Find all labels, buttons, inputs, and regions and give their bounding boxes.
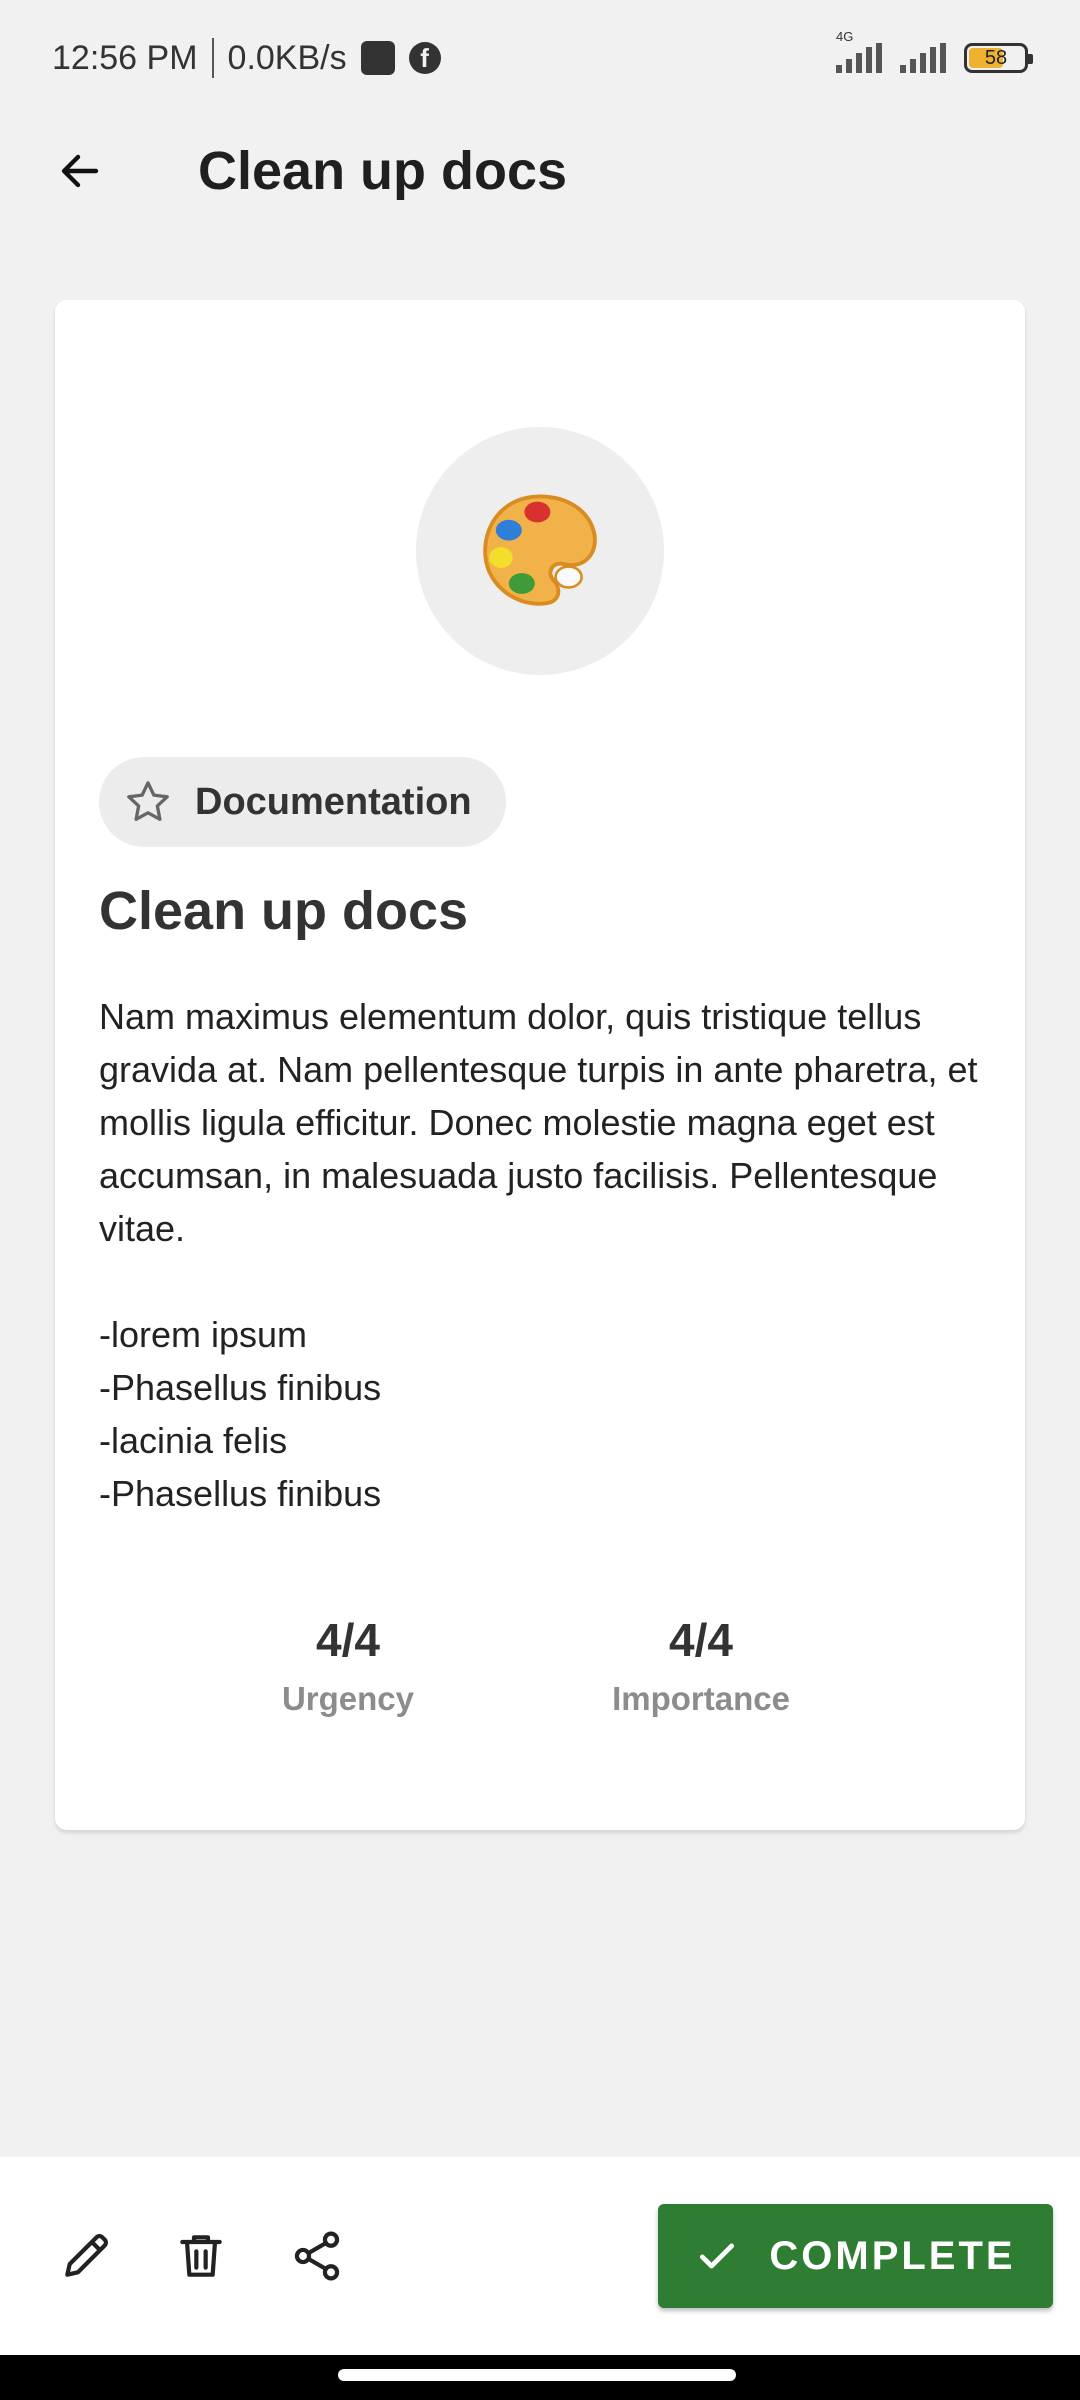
importance-metric: 4/4 Importance	[571, 1610, 831, 1718]
urgency-label: Urgency	[281, 1680, 415, 1717]
importance-label: Importance	[612, 1680, 790, 1717]
urgency-value: 4/4	[316, 1614, 380, 1666]
status-divider	[211, 38, 214, 78]
importance-value: 4/4	[669, 1614, 733, 1666]
app-notification-icon	[360, 41, 395, 75]
complete-button[interactable]: COMPLETE	[658, 2204, 1053, 2308]
check-icon	[700, 2243, 735, 2269]
urgency-metric: 4/4 Urgency	[218, 1610, 478, 1718]
bottom-toolbar: COMPLETE	[0, 2157, 1080, 2355]
network-type-label: 4G	[836, 29, 854, 44]
status-bar: 12:56 PM 0.0KB/s f 4G 58	[0, 0, 1080, 116]
pencil-icon	[65, 2234, 108, 2277]
status-left: 12:56 PM 0.0KB/s f	[52, 38, 441, 78]
delete-button[interactable]	[161, 2216, 241, 2296]
category-chip[interactable]: Documentation	[99, 757, 506, 847]
category-label: Documentation	[195, 780, 472, 823]
status-speed: 0.0KB/s	[227, 38, 347, 77]
share-icon	[294, 2231, 340, 2281]
share-button[interactable]	[277, 2216, 357, 2296]
battery-level: 58	[984, 46, 1008, 69]
app-bar: Clean up docs	[0, 116, 1080, 226]
task-description: Nam maximus elementum dolor, quis tristi…	[99, 996, 978, 1514]
signal-icon	[900, 43, 946, 73]
task-icon-circle	[416, 427, 664, 675]
signal-4g-icon: 4G	[836, 29, 882, 73]
star-outline-icon	[127, 781, 169, 821]
battery-icon: 58	[964, 43, 1033, 73]
arrow-left-icon	[61, 154, 99, 188]
facebook-icon: f	[408, 42, 441, 74]
trash-icon	[180, 2235, 222, 2277]
task-metrics: 4/4 Urgency 4/4 Importance	[55, 1610, 1025, 1750]
page-title: Clean up docs	[198, 141, 568, 201]
complete-label: COMPLETE	[769, 2233, 1016, 2278]
status-time: 12:56 PM	[52, 38, 198, 77]
home-gesture-handle[interactable]	[338, 2369, 736, 2381]
status-right: 4G 58	[836, 29, 1033, 73]
palette-icon	[483, 494, 597, 606]
back-button[interactable]	[50, 141, 110, 201]
task-title: Clean up docs	[99, 881, 469, 941]
system-nav-bar	[0, 2355, 1080, 2400]
task-card: Documentation Clean up docs Nam maximus …	[55, 300, 1025, 1830]
edit-button[interactable]	[46, 2216, 126, 2296]
